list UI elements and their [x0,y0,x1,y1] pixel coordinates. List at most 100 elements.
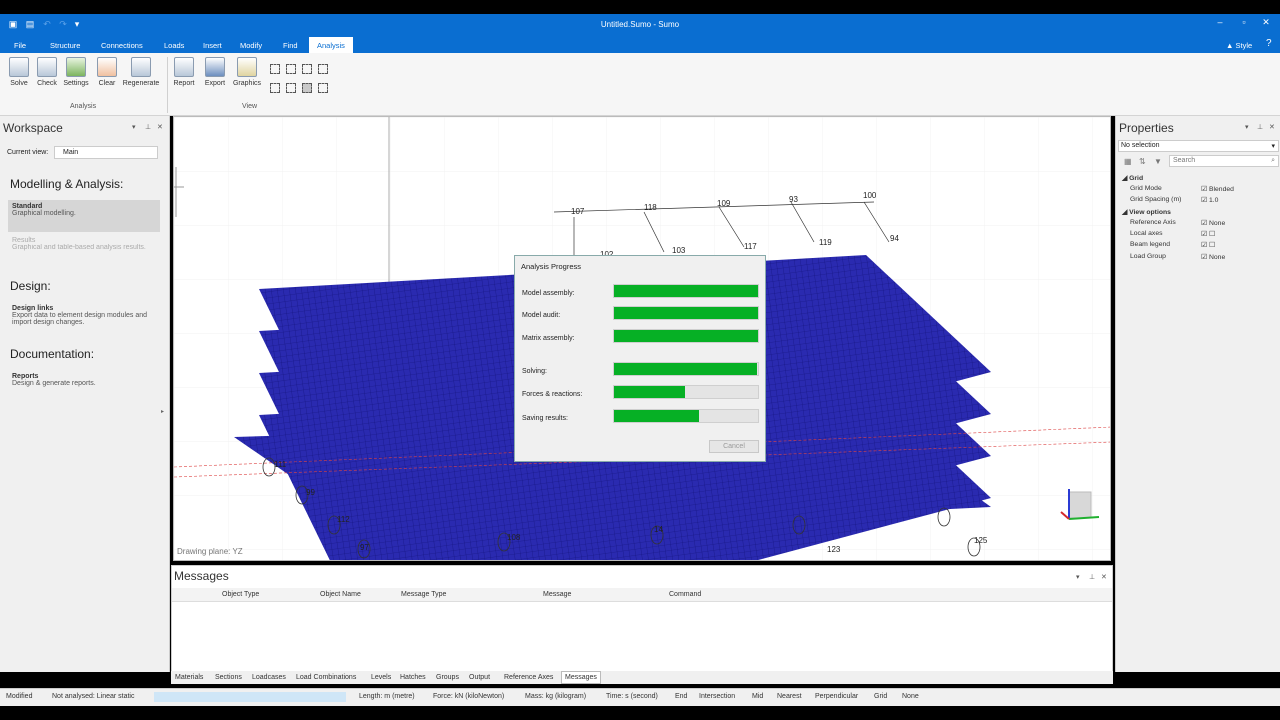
menu-file[interactable]: File [14,41,26,50]
edit-icon: ☑ [1201,220,1209,227]
section-modelling-heading: Modelling & Analysis: [10,177,124,191]
column-header[interactable]: Message [543,591,571,598]
tab-materials[interactable]: Materials [175,674,203,681]
prop-value-grid-spacing[interactable]: ☑ 1.0 [1201,196,1218,204]
cancel-button[interactable]: Cancel [709,440,759,453]
panel-close-icon[interactable]: ✕ [1101,573,1107,581]
view-icon-2[interactable] [286,64,296,74]
menu-connections[interactable]: Connections [101,41,143,50]
graphics-button[interactable]: Graphics [232,57,262,87]
item-title: Results [12,237,36,244]
pin-icon[interactable]: ⊥ [1257,123,1263,131]
time-unit[interactable]: Time: s (second) [606,693,658,700]
selection-dropdown[interactable]: No selection ▾ [1118,140,1279,152]
node-label: 97 [360,543,369,552]
snap-end[interactable]: End [675,693,687,700]
tab-groups[interactable]: Groups [436,674,459,681]
view-icon-3[interactable] [302,64,312,74]
minimize-button[interactable]: – [1212,17,1228,27]
solve-button[interactable]: Solve [4,57,34,87]
mass-unit[interactable]: Mass: kg (kilogram) [525,693,586,700]
panel-close-icon[interactable]: ✕ [157,123,163,131]
menu-find[interactable]: Find [283,41,298,50]
property-search-input[interactable]: Search ⌕ [1169,155,1279,167]
panel-dropdown-icon[interactable]: ▾ [132,123,136,131]
view-icon-5[interactable] [270,83,280,93]
tab-levels[interactable]: Levels [371,674,391,681]
menu-modify[interactable]: Modify [240,41,262,50]
workspace-item-standard[interactable]: Standard Graphical modelling. [8,200,160,232]
tab-hatches[interactable]: Hatches [400,674,426,681]
pin-icon[interactable]: ⊥ [145,123,151,131]
collapse-arrow-icon[interactable]: ▸ [161,408,164,415]
panel-close-icon[interactable]: ✕ [1269,123,1275,131]
snap-intersection[interactable]: Intersection [699,693,735,700]
group-view-options-header[interactable]: ◢ View options [1122,208,1171,216]
tab-reference-axes[interactable]: Reference Axes [504,674,553,681]
menu-loads[interactable]: Loads [164,41,184,50]
tab-load-combinations[interactable]: Load Combinations [296,674,356,681]
filter-icon[interactable]: ▼ [1154,157,1162,166]
column-header[interactable]: Message Type [401,591,446,598]
view-icon-6[interactable] [286,83,296,93]
snap-none[interactable]: None [902,693,919,700]
report-label: Report [173,80,195,87]
checkbox-icon: ☐ [1208,231,1216,238]
categorized-icon[interactable]: ▦ [1124,157,1132,166]
help-icon[interactable]: ? [1266,38,1272,49]
edit-icon: ☑ [1201,231,1209,238]
node-label: 108 [507,533,521,542]
view-icon-8[interactable] [318,83,328,93]
prop-value-grid-mode[interactable]: ☑ Blended [1201,185,1234,193]
column-header[interactable]: Command [669,591,701,598]
snap-nearest[interactable]: Nearest [777,693,802,700]
current-view-select[interactable]: Main [54,146,158,159]
view-icon-4[interactable] [318,64,328,74]
view-icon-7[interactable] [302,83,312,93]
edit-icon: ☑ [1201,197,1209,204]
force-unit[interactable]: Force: kN (kiloNewton) [433,693,504,700]
pin-icon[interactable]: ⊥ [1089,573,1095,581]
workspace-item-design-links[interactable]: Design links Export data to element desi… [8,302,160,329]
clear-button[interactable]: Clear [92,57,122,87]
report-button[interactable]: Report [169,57,199,87]
title-bar: ▣ ▤ ↶ ↷ ▾ Untitled.Sumo - Sumo – ▫ ✕ [0,14,1280,36]
tab-sections[interactable]: Sections [215,674,242,681]
column-header[interactable]: Object Name [320,591,361,598]
progress-fill [614,307,758,319]
tab-output[interactable]: Output [469,674,490,681]
tab-messages[interactable]: Messages [561,671,601,684]
section-design-heading: Design: [10,279,51,293]
node-label: 119 [819,238,832,247]
menu-insert[interactable]: Insert [203,41,222,50]
group-grid-header[interactable]: ◢ Grid [1122,174,1143,182]
panel-dropdown-icon[interactable]: ▾ [1245,123,1249,131]
prop-value-reference-axis[interactable]: ☑ None [1201,219,1225,227]
column-header[interactable]: Object Type [222,591,259,598]
sort-icon[interactable]: ⇅ [1139,157,1146,166]
style-menu[interactable]: ▲ Style [1226,41,1252,50]
workspace-item-reports[interactable]: Reports Design & generate reports. [8,370,160,390]
menu-analysis[interactable]: Analysis [309,37,353,53]
regenerate-button[interactable]: Regenerate [121,57,161,87]
tab-loadcases[interactable]: Loadcases [252,674,286,681]
snap-grid[interactable]: Grid [874,693,887,700]
view-icon-1[interactable] [270,64,280,74]
progress-label-model-audit: Model audit: [522,312,561,319]
local-axes-checkbox[interactable]: ☑ ☐ [1201,230,1215,238]
export-button[interactable]: Export [200,57,230,87]
snap-perpendicular[interactable]: Perpendicular [815,693,858,700]
menu-structure[interactable]: Structure [50,41,80,50]
properties-title: Properties [1119,121,1174,135]
panel-dropdown-icon[interactable]: ▾ [1076,573,1080,581]
check-button[interactable]: Check [32,57,62,87]
prop-value-load-group[interactable]: ☑ None [1201,253,1225,261]
menu-bar: File Structure Connections Loads Insert … [0,36,1280,53]
length-unit[interactable]: Length: m (metre) [359,693,415,700]
beam-legend-checkbox[interactable]: ☑ ☐ [1201,241,1215,249]
close-button[interactable]: ✕ [1258,17,1274,28]
workspace-item-results[interactable]: Results Graphical and table-based analys… [8,234,160,254]
settings-button[interactable]: Settings [61,57,91,87]
maximize-button[interactable]: ▫ [1236,17,1252,27]
snap-mid[interactable]: Mid [752,693,763,700]
